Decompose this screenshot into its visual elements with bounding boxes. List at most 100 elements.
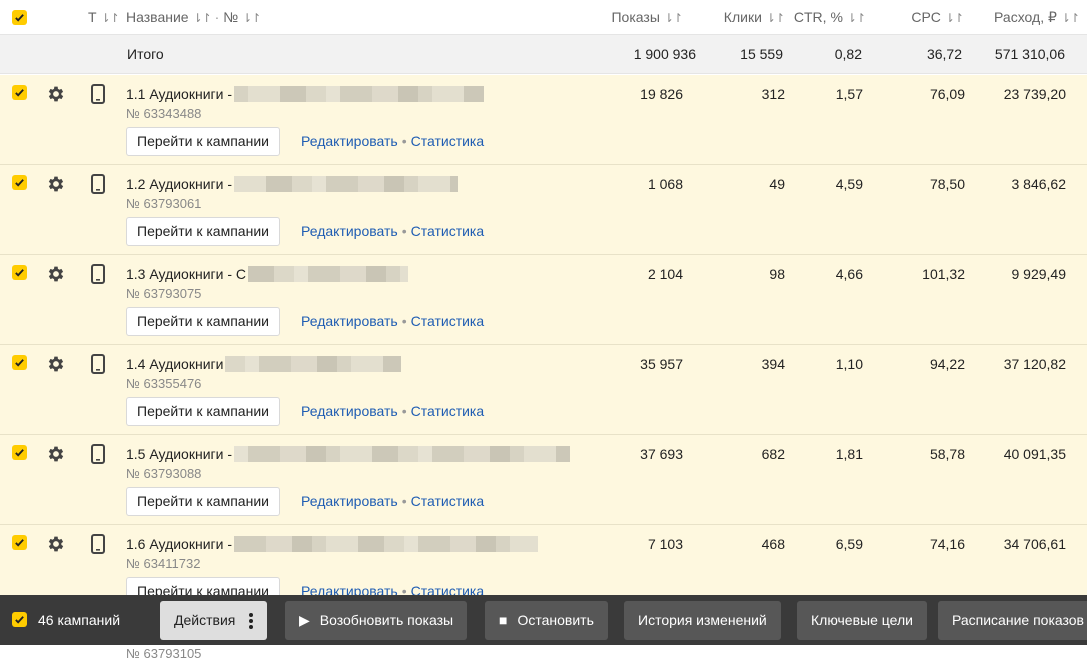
edit-link[interactable]: Редактировать (301, 313, 398, 329)
cell-clicks: 682 (761, 446, 785, 462)
row-checkbox[interactable] (12, 445, 27, 460)
bulk-select-checkbox[interactable] (12, 612, 27, 627)
cell-clicks: 468 (761, 536, 785, 552)
redacted-text (234, 176, 458, 192)
column-cost-header[interactable]: Расход, ₽ ⇂↾ (994, 0, 1080, 35)
schedule-button[interactable]: Расписание показов (938, 601, 1087, 640)
actions-button[interactable]: Действия (160, 601, 268, 640)
column-cpc-header[interactable]: CPC ⇂↾ (911, 0, 964, 35)
total-clicks: 15 559 (740, 46, 783, 62)
row-checkbox[interactable] (12, 85, 27, 100)
statistics-link[interactable]: Статистика (411, 133, 485, 149)
row-checkbox[interactable] (12, 265, 27, 280)
redacted-text (234, 86, 484, 102)
selected-count: 46 кампаний (38, 612, 121, 628)
campaign-number: № 63793105 (126, 646, 202, 661)
column-type-header[interactable]: Т ⇂↾ (88, 0, 120, 35)
select-all-checkbox[interactable] (12, 10, 27, 25)
column-shows-header[interactable]: Показы ⇂↾ (611, 0, 683, 35)
table-row-partial: № 63793105 (0, 645, 1087, 667)
edit-link[interactable]: Редактировать (301, 133, 398, 149)
campaign-name[interactable]: 1.5 Аудиокниги - (126, 444, 570, 464)
redacted-text (225, 356, 402, 372)
gear-icon[interactable] (46, 174, 66, 194)
resume-shows-button[interactable]: ▶ Возобновить показы (285, 601, 468, 640)
cell-ctr: 1,10 (835, 356, 863, 372)
cell-cpc: 94,22 (929, 356, 965, 372)
gear-icon[interactable] (46, 444, 66, 464)
mobile-phone-icon (91, 174, 105, 194)
cell-cpc: 74,16 (929, 536, 965, 552)
cell-shows: 2 104 (647, 266, 683, 282)
redacted-text (248, 266, 408, 282)
cell-ctr: 4,59 (835, 176, 863, 192)
goto-campaign-button[interactable]: Перейти к кампании (126, 307, 280, 336)
check-icon (15, 89, 24, 97)
cell-shows: 19 826 (640, 86, 683, 102)
row-checkbox[interactable] (12, 535, 27, 550)
campaign-number: № 63793061 (126, 196, 202, 211)
cell-cost: 40 091,35 (1003, 446, 1066, 462)
campaign-name[interactable]: 1.4 Аудиокниги (126, 354, 402, 374)
cell-cost: 23 739,20 (1003, 86, 1066, 102)
cell-cost: 37 120,82 (1003, 356, 1066, 372)
campaign-name[interactable]: 1.2 Аудиокниги - (126, 174, 458, 194)
gear-icon[interactable] (46, 354, 66, 374)
mobile-phone-icon (91, 354, 105, 374)
statistics-link[interactable]: Статистика (411, 313, 485, 329)
campaign-number: № 63793088 (126, 466, 202, 481)
row-checkbox[interactable] (12, 175, 27, 190)
cell-shows: 35 957 (640, 356, 683, 372)
check-icon (15, 539, 24, 547)
cell-cost: 9 929,49 (1011, 266, 1067, 282)
goto-campaign-button[interactable]: Перейти к кампании (126, 397, 280, 426)
mobile-phone-icon (91, 444, 105, 464)
statistics-link[interactable]: Статистика (411, 493, 485, 509)
cell-clicks: 98 (769, 266, 785, 282)
sort-icon: ⇂↾ (663, 11, 683, 25)
campaign-name[interactable]: 1.1 Аудиокниги - (126, 84, 484, 104)
cell-ctr: 1,81 (835, 446, 863, 462)
history-button[interactable]: История изменений (624, 601, 781, 640)
cell-shows: 7 103 (647, 536, 683, 552)
table-row: 1.5 Аудиокниги - № 63793088 Перейти к ка… (0, 435, 1087, 525)
campaign-name[interactable]: 1.3 Аудиокниги - С (126, 264, 408, 284)
gear-icon[interactable] (46, 84, 66, 104)
table-row: 1.2 Аудиокниги - № 63793061 Перейти к ка… (0, 165, 1087, 255)
sort-icon: ⇂↾ (944, 11, 964, 25)
row-checkbox[interactable] (12, 355, 27, 370)
goto-campaign-button[interactable]: Перейти к кампании (126, 127, 280, 156)
total-row: Итого 1 900 936 15 559 0,82 36,72 571 31… (0, 35, 1087, 74)
stop-icon: ■ (499, 612, 508, 628)
cell-clicks: 312 (761, 86, 785, 102)
statistics-link[interactable]: Статистика (411, 403, 485, 419)
campaign-name[interactable]: 1.6 Аудиокниги - (126, 534, 538, 554)
column-clicks-header[interactable]: Клики ⇂↾ (724, 0, 785, 35)
column-name-header[interactable]: Название ⇂↾ · № ⇂↾ (126, 0, 261, 35)
edit-link[interactable]: Редактировать (301, 223, 398, 239)
total-cpc: 36,72 (926, 46, 962, 62)
cell-cost: 34 706,61 (1003, 536, 1066, 552)
bulk-actions-bar: 46 кампаний Действия ▶ Возобновить показы… (0, 595, 1087, 645)
gear-icon[interactable] (46, 264, 66, 284)
cell-cost: 3 846,62 (1011, 176, 1067, 192)
cell-cpc: 76,09 (929, 86, 965, 102)
cell-ctr: 1,57 (835, 86, 863, 102)
redacted-text (234, 446, 570, 462)
edit-link[interactable]: Редактировать (301, 493, 398, 509)
goto-campaign-button[interactable]: Перейти к кампании (126, 487, 280, 516)
mobile-phone-icon (91, 84, 105, 104)
sort-icon: ⇂↾ (242, 11, 261, 25)
statistics-link[interactable]: Статистика (411, 223, 485, 239)
sort-icon: ⇂↾ (1060, 11, 1080, 25)
column-ctr-header[interactable]: CTR, % ⇂↾ (794, 0, 866, 35)
sort-icon: ⇂↾ (765, 11, 785, 25)
edit-link[interactable]: Редактировать (301, 403, 398, 419)
campaign-number: № 63411732 (126, 556, 201, 571)
stop-button[interactable]: ■ Остановить (485, 601, 608, 640)
check-icon (15, 179, 24, 187)
cell-ctr: 4,66 (835, 266, 863, 282)
goto-campaign-button[interactable]: Перейти к кампании (126, 217, 280, 246)
gear-icon[interactable] (46, 534, 66, 554)
key-goals-button[interactable]: Ключевые цели (797, 601, 927, 640)
